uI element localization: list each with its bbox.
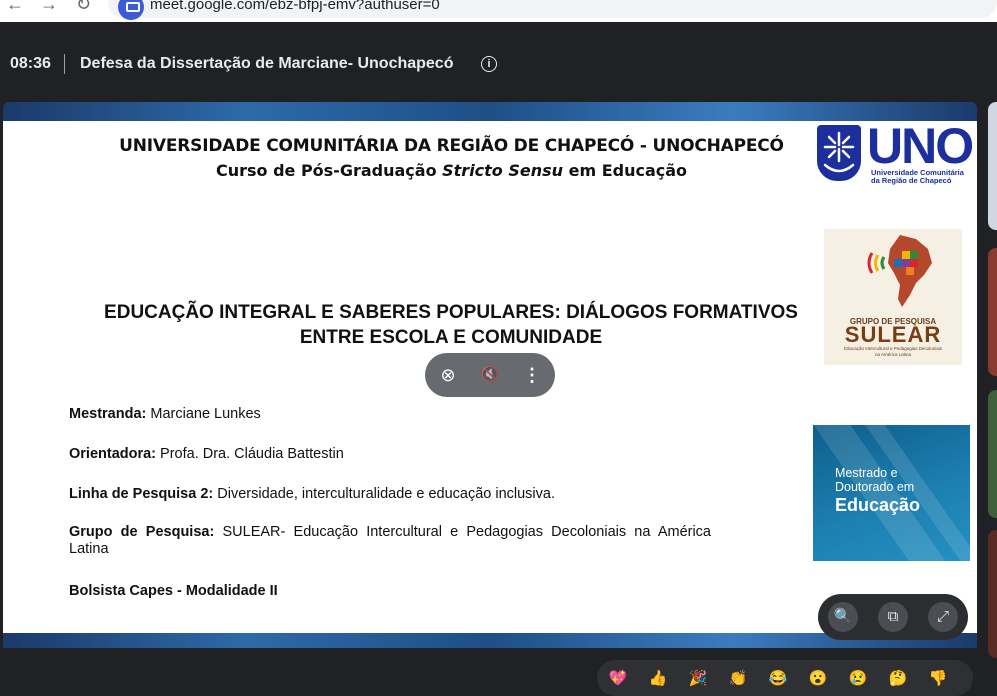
- south-america-map-icon: [867, 235, 932, 307]
- ppge-line1: Mestrado e: [835, 466, 898, 480]
- thesis-title: EDUCAÇÃO INTEGRAL E SABERES POPULARES: D…: [104, 302, 798, 348]
- reaction-sad-icon[interactable]: 😢: [845, 666, 871, 692]
- sulear-name: SULEAR: [844, 322, 942, 347]
- reaction-thumbs-up-icon[interactable]: 👍: [645, 666, 671, 692]
- mestranda-value: Marciane Lunkes: [146, 406, 261, 422]
- course-italic: Stricto Sensu: [442, 161, 564, 180]
- reload-icon[interactable]: ↻: [76, 0, 91, 14]
- uno-subtitle-line2: da Região de Chapecó: [871, 176, 952, 185]
- sulear-subtitle: Educação Intercultural e Pedagogias Deco…: [843, 346, 943, 357]
- meeting-info-icon[interactable]: i: [481, 56, 497, 72]
- course-line: Curso de Pós-Graduação Stricto Sensu em …: [0, 161, 903, 180]
- course-suffix: em Educação: [563, 161, 688, 180]
- mestranda-line: Mestranda: Marciane Lunkes: [69, 406, 261, 422]
- linha-value: Diversidade, interculturalidade e educaç…: [213, 486, 555, 502]
- unpin-icon[interactable]: ⊗: [433, 360, 463, 390]
- ppge-education-logo: Mestrado e Doutorado em Educação: [813, 425, 970, 561]
- participant-tile[interactable]: [988, 248, 997, 376]
- ppge-line3: Educação: [835, 495, 921, 515]
- zoom-controls: 🔍 ⧉ ⤢: [818, 594, 968, 640]
- meeting-title: Defesa da Dissertação de Marciane- Unoch…: [80, 55, 454, 72]
- grupo-pesquisa-line: Grupo de Pesquisa: SULEAR- Educação Inte…: [69, 524, 711, 558]
- ppge-line2: Doutorado em: [835, 480, 915, 494]
- sulear-logo: GRUPO DE PESQUISA SULEAR Educação Interc…: [824, 229, 962, 365]
- reaction-party-icon[interactable]: 🎉: [685, 666, 711, 692]
- orientadora-line: Orientadora: Profa. Dra. Cláudia Battest…: [69, 446, 344, 462]
- bolsista-line: Bolsista Capes - Modalidade II: [69, 583, 278, 599]
- uno-logo: UNO Universidade Comunitária da Região d…: [817, 118, 975, 187]
- orientadora-value: Profa. Dra. Cláudia Battestin: [156, 446, 344, 462]
- uno-wordmark: UNO: [867, 118, 974, 174]
- browser-toolbar: ← → ↻ meet.google.com/ebz-bfpj-emv?authu…: [0, 0, 997, 22]
- linha-pesquisa-line: Linha de Pesquisa 2: Diversidade, interc…: [69, 486, 555, 502]
- mestranda-label: Mestranda:: [69, 406, 147, 422]
- fullscreen-icon[interactable]: ⤢: [928, 602, 958, 632]
- zoom-icon[interactable]: 🔍: [828, 602, 858, 632]
- participant-tile[interactable]: [988, 390, 997, 518]
- meeting-clock: 08:36: [10, 55, 51, 72]
- reaction-surprised-icon[interactable]: 😮: [805, 666, 831, 692]
- reaction-heart-icon[interactable]: 💖: [605, 666, 631, 692]
- university-name: UNIVERSIDADE COMUNITÁRIA DA REGIÃO DE CH…: [119, 136, 784, 156]
- orientadora-label: Orientadora:: [69, 446, 157, 462]
- site-info-icon[interactable]: [118, 0, 144, 20]
- header-divider: [64, 54, 65, 74]
- reaction-laugh-icon[interactable]: 😂: [765, 666, 791, 692]
- reaction-thinking-icon[interactable]: 🤔: [885, 666, 911, 692]
- more-options-icon[interactable]: ⋮: [517, 360, 547, 390]
- reaction-clap-icon[interactable]: 👏: [725, 666, 751, 692]
- url-text: meet.google.com/ebz-bfpj-emv?authuser=0: [150, 0, 440, 13]
- grupo-label: Grupo de Pesquisa:: [69, 524, 215, 540]
- forward-icon[interactable]: →: [40, 0, 58, 14]
- reactions-bar: 💖 👍 🎉 👏 😂 😮 😢 🤔 👎: [597, 660, 973, 696]
- back-icon[interactable]: ←: [6, 0, 24, 14]
- course-prefix: Curso de Pós-Graduação: [215, 161, 443, 180]
- participant-tile[interactable]: [988, 102, 997, 230]
- presentation-controls-pill: ⊗ 🔇 ⋮: [425, 353, 555, 397]
- address-bar[interactable]: meet.google.com/ebz-bfpj-emv?authuser=0: [108, 0, 997, 20]
- participant-tile[interactable]: [988, 530, 997, 658]
- linha-label: Linha de Pesquisa 2:: [69, 486, 214, 502]
- uno-emblem-icon: [817, 125, 861, 181]
- popout-icon[interactable]: ⧉: [878, 602, 908, 632]
- mute-icon[interactable]: 🔇: [475, 360, 505, 390]
- reaction-thumbs-down-icon[interactable]: 👎: [925, 666, 951, 692]
